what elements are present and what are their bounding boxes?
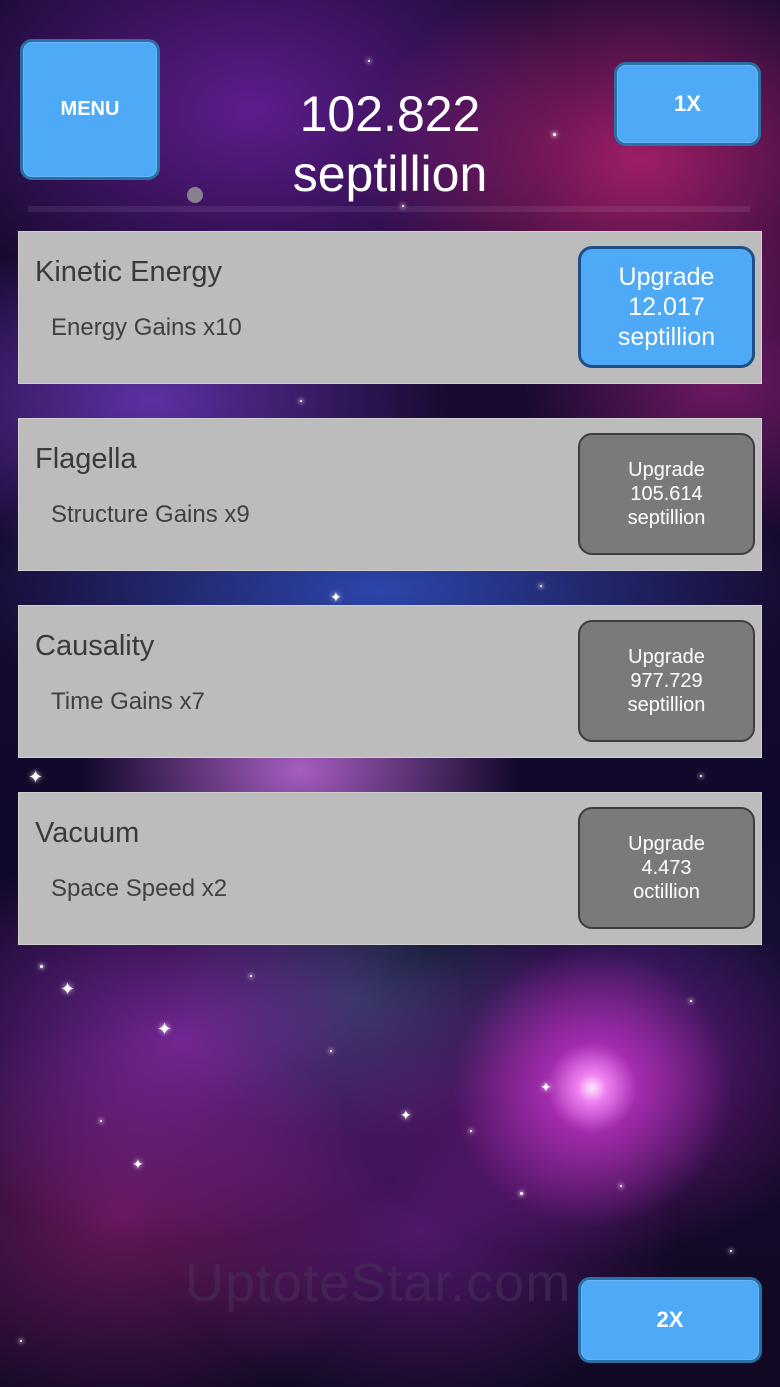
star [330,1050,332,1052]
upgrade-cost-value: 12.017 [628,293,705,321]
upgrade-description: Space Speed x2 [51,875,228,902]
upgrade-cost-unit: septillion [627,694,706,716]
speed-2x-button[interactable]: 2X [578,1277,762,1363]
upgrade-cost-unit: septillion [627,507,706,529]
sparkle: ✦ [400,1107,412,1123]
upgrade-cost-unit: septillion [617,323,716,351]
upgrade-panel-vacuum: Vacuum Space Speed x2 Upgrade 4.473 octi… [18,792,762,945]
progress-knob [187,187,203,203]
sparkle: ✦ [28,767,44,787]
upgrade-panel-kinetic-energy: Kinetic Energy Energy Gains x10 Upgrade … [18,231,762,384]
upgrade-title: Causality [35,630,155,662]
star [730,1250,732,1252]
star [700,775,702,777]
star [690,1000,692,1002]
currency-amount: 102.822 [299,86,481,142]
upgrade-cost-value: 4.473 [641,857,692,879]
upgrade-cost-value: 977.729 [630,670,703,692]
star [40,965,43,968]
star [470,1130,472,1132]
upgrade-panel-flagella: Flagella Structure Gains x9 Upgrade 105.… [18,418,762,571]
star [540,585,542,587]
upgrade-description: Energy Gains x10 [51,314,242,341]
upgrade-cost-unit: octillion [633,881,700,903]
star [620,1185,622,1187]
upgrade-button[interactable]: Upgrade 977.729 septillion [578,620,755,742]
star [20,1340,22,1342]
upgrade-button-label: Upgrade [628,459,705,481]
upgrade-button[interactable]: Upgrade 12.017 septillion [578,246,755,368]
watermark: UptoteStar.com [185,1253,572,1313]
upgrade-button[interactable]: Upgrade 105.614 septillion [578,433,755,555]
upgrade-cost-value: 105.614 [630,483,703,505]
menu-button[interactable]: MENU [20,39,160,180]
sparkle: ✦ [540,1079,552,1095]
upgrade-description: Time Gains x7 [51,688,205,715]
star [250,975,252,977]
sparkle: ✦ [60,979,76,999]
upgrade-title: Vacuum [35,817,140,849]
sparkle: ✦ [157,1019,173,1039]
currency-display: 102.822 septillion [250,84,530,204]
star [520,1192,523,1195]
star [100,1120,102,1122]
currency-unit: septillion [292,146,488,202]
star [300,400,302,402]
upgrade-button-label: Upgrade [618,263,715,291]
upgrade-button-label: Upgrade [628,833,705,855]
sparkle: ✦ [132,1156,144,1172]
upgrade-title: Kinetic Energy [35,256,222,288]
upgrade-description: Structure Gains x9 [51,501,250,528]
sparkle: ✦ [330,589,342,605]
star [368,60,370,62]
speed-1x-button[interactable]: 1X [614,62,761,146]
upgrade-button-label: Upgrade [628,646,705,668]
upgrade-panel-causality: Causality Time Gains x7 Upgrade 977.729 … [18,605,762,758]
star [553,133,556,136]
upgrade-title: Flagella [35,443,137,475]
progress-track [28,206,750,212]
upgrade-button[interactable]: Upgrade 4.473 octillion [578,807,755,929]
